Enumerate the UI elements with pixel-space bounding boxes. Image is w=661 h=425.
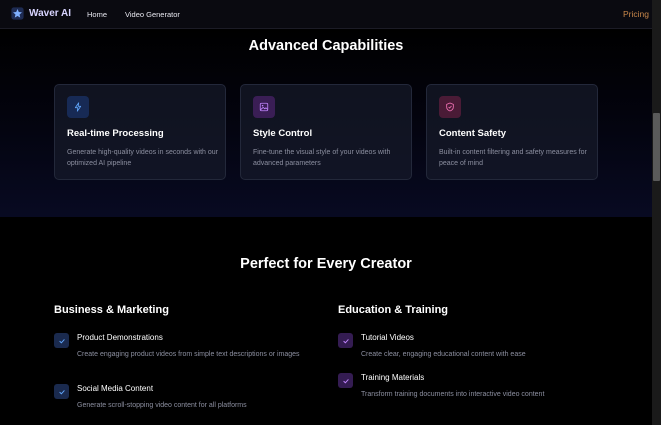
check-icon [54,384,69,399]
nav-link-home[interactable]: Home [87,10,107,19]
creator-section: Perfect for Every Creator Business & Mar… [0,217,652,425]
shield-check-icon [439,96,461,118]
capability-card-style: Style Control Fine-tune the visual style… [240,84,412,180]
page: Waver AI Home Video Generator Pricing Ad… [0,0,661,425]
item-description: Generate scroll-stopping video content f… [77,402,247,409]
scrollbar-thumb[interactable] [653,113,660,181]
item-description: Create clear, engaging educational conte… [361,351,526,358]
waver-logo-icon [11,7,24,20]
creator-title: Perfect for Every Creator [240,256,412,272]
nav-link-video-generator[interactable]: Video Generator [125,10,180,19]
item-description: Create engaging product videos from simp… [77,351,300,358]
card-title: Content Safety [439,128,507,139]
card-title: Style Control [253,128,313,139]
capability-card-safety: Content Safety Built-in content filterin… [426,84,598,180]
page-scrollbar[interactable] [652,0,661,425]
image-icon [253,96,275,118]
card-description: Built-in content filtering and safety me… [439,149,587,167]
capabilities-title: Advanced Capabilities [248,38,404,54]
item-title: Tutorial Videos [361,333,414,342]
brand-logo[interactable]: Waver AI [11,7,71,20]
check-icon [338,333,353,348]
card-title: Real-time Processing [67,128,164,139]
capability-card-realtime: Real-time Processing Generate high-quali… [54,84,226,180]
capabilities-section: Advanced Capabilities Real-time Processi… [0,29,652,217]
business-marketing-heading: Business & Marketing [54,304,169,316]
item-title: Training Materials [361,373,425,382]
item-title: Product Demonstrations [77,333,163,342]
check-icon [54,333,69,348]
education-training-heading: Education & Training [338,304,449,316]
card-description: Fine-tune the visual style of your video… [253,149,391,167]
nav-link-pricing[interactable]: Pricing [623,9,649,19]
item-description: Transform training documents into intera… [361,391,545,398]
lightning-icon [67,96,89,118]
check-icon [338,373,353,388]
card-description: Generate high-quality videos in seconds … [67,149,218,167]
brand-name: Waver AI [29,8,72,19]
item-title: Social Media Content [77,384,154,393]
top-nav: Waver AI Home Video Generator Pricing [0,0,652,29]
